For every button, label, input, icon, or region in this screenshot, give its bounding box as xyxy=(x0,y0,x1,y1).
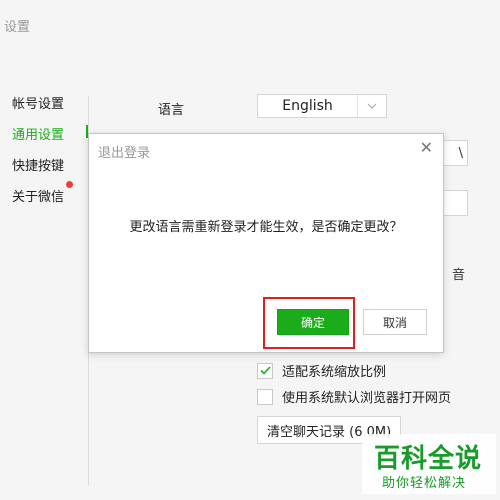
checkbox-row-browser[interactable]: 使用系统默认浏览器打开网页 xyxy=(257,387,451,406)
sidebar-item-shortcuts[interactable]: 快捷按键 xyxy=(12,155,64,174)
watermark: 百科全说 助你轻松解决 xyxy=(362,434,496,494)
browser-checkbox-label: 使用系统默认浏览器打开网页 xyxy=(282,391,452,406)
sidebar-item-about[interactable]: 关于微信 xyxy=(12,186,64,205)
chevron-down-icon xyxy=(357,95,386,117)
watermark-subtitle: 助你轻松解决 xyxy=(382,476,467,491)
checkbox-row-scaling[interactable]: 适配系统缩放比例 xyxy=(257,361,386,380)
notification-dot xyxy=(66,181,73,188)
partial-setting-label: 音 xyxy=(452,268,466,283)
close-icon[interactable]: ✕ xyxy=(420,138,433,157)
language-select[interactable]: English xyxy=(257,94,387,118)
browser-checkbox[interactable] xyxy=(257,388,273,405)
window-title: 设置 xyxy=(4,20,31,35)
cancel-button[interactable]: 取消 xyxy=(363,309,427,335)
sidebar-item-general[interactable]: 通用设置 xyxy=(12,124,64,143)
partial-button-1[interactable]: \ xyxy=(440,140,468,166)
partial-button-1-label: \ xyxy=(458,145,463,161)
language-label: 语言 xyxy=(158,103,185,118)
checkmark-icon xyxy=(259,366,271,375)
sidebar-item-account[interactable]: 帐号设置 xyxy=(12,93,64,112)
scaling-checkbox[interactable] xyxy=(257,362,273,379)
language-value: English xyxy=(282,98,333,114)
watermark-title: 百科全说 xyxy=(374,444,483,474)
dialog-title: 退出登录 xyxy=(98,146,151,161)
dialog-message: 更改语言需重新登录才能生效，是否确定更改？ xyxy=(129,220,403,235)
scaling-checkbox-label: 适配系统缩放比例 xyxy=(282,365,387,380)
partial-button-2[interactable] xyxy=(440,190,468,216)
logout-dialog: 退出登录 ✕ 更改语言需重新登录才能生效，是否确定更改？ 确定 取消 xyxy=(88,133,444,353)
confirm-button[interactable]: 确定 xyxy=(277,309,349,335)
